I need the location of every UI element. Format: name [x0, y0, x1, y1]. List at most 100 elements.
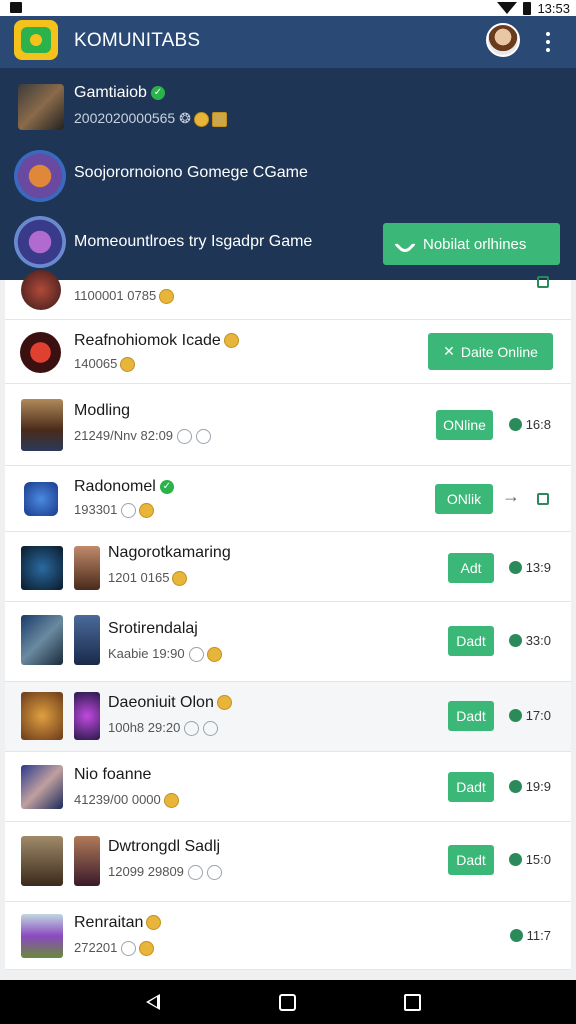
list-item-name: Modling: [74, 402, 131, 419]
battery-icon: [523, 1, 532, 15]
list-item-sub: 193301: [74, 502, 155, 519]
dropdown-item[interactable]: Soojorornoiono Gomege CGame: [0, 144, 576, 262]
dropdown-item-sub: 2002020000565 ❂: [74, 110, 227, 127]
coin-icon: [139, 503, 155, 519]
coin-icon: [120, 357, 136, 373]
coin-icon: [223, 333, 239, 349]
list-item[interactable]: Daeoniuit Olon 100h8 29:20 Dadt 17:0: [5, 682, 571, 752]
game-thumbnail: [21, 914, 63, 958]
refresh-icon: [187, 865, 203, 881]
list-item[interactable]: Dwtrongdl Sadlj 12099 29809 Dadt 15:0: [5, 822, 571, 902]
notify-online-label: Nobilat orlhines: [423, 235, 527, 253]
avatar[interactable]: [486, 23, 520, 57]
list-item-sub: 21249/Nnv 82:09: [74, 428, 212, 445]
add-button[interactable]: Dadt: [448, 701, 494, 731]
app-logo-icon: [14, 20, 58, 60]
coin-icon: [216, 695, 232, 711]
game-thumbnail: [74, 836, 100, 886]
list-item-sub: 272201: [74, 940, 155, 957]
online-button[interactable]: ONlik: [435, 484, 493, 514]
list-item-name: Srotirendalaj: [108, 620, 198, 637]
game-thumbnail: [24, 482, 58, 516]
coin-icon: [139, 941, 155, 957]
game-thumbnail: [14, 150, 66, 202]
status-time: 13:53: [537, 0, 570, 16]
date-online-button[interactable]: ✕ Daite Online: [428, 333, 553, 370]
game-thumbnail: [21, 765, 63, 809]
refresh-icon: [188, 647, 204, 663]
list-item-time: 15:0: [508, 852, 551, 867]
game-thumbnail: [14, 216, 66, 268]
list-item[interactable]: Reafnohiomok Icade 140065 ✕ Daite Online: [5, 320, 571, 384]
status-icon: [537, 493, 549, 505]
shield-icon: [508, 561, 522, 574]
game-thumbnail: [21, 546, 63, 590]
list-item[interactable]: Modling 21249/Nnv 82:09 ONline 16:8: [5, 384, 571, 466]
add-button[interactable]: Dadt: [448, 626, 494, 656]
game-thumbnail: [74, 546, 100, 590]
list-item-name: Reafnohiomok Icade: [74, 332, 239, 350]
game-thumbnail: [21, 270, 61, 310]
back-icon[interactable]: [146, 994, 160, 1010]
dropdown-item-name: Gamtiaiob ✓: [74, 84, 165, 102]
list-item-name: Daeoniuit Olon: [108, 694, 232, 712]
more-options-icon[interactable]: [545, 32, 551, 52]
list-item-time: 13:9: [508, 560, 551, 575]
list-item-sub: 140065: [74, 356, 136, 373]
dropdown-item-name: Soojorornoiono Gomege CGame: [74, 164, 308, 181]
list-item-name: Nagorotkamaring: [108, 544, 231, 561]
list-item-sub: 100h8 29:20: [108, 720, 219, 737]
app-title: KOMUNITABS: [74, 30, 201, 51]
add-button[interactable]: Dadt: [448, 845, 494, 875]
verified-icon: ✓: [150, 85, 165, 100]
add-button[interactable]: Adt: [448, 553, 494, 583]
dropdown-item[interactable]: Gamtiaiob ✓ 2002020000565 ❂: [0, 76, 576, 142]
list-item-time: 16:8: [508, 417, 551, 432]
close-icon: ✕: [443, 343, 455, 359]
shield-icon: [508, 780, 522, 793]
list-item-time: 17:0: [508, 708, 551, 723]
list-item-sub: 1100001 0785: [74, 288, 175, 305]
game-thumbnail: [21, 692, 63, 740]
recent-apps-icon[interactable]: [404, 994, 421, 1011]
coin-icon: [146, 915, 162, 931]
verified-icon: ✓: [159, 479, 174, 494]
app-bar: KOMUNITABS: [0, 16, 576, 68]
smile-icon: [196, 429, 212, 445]
notify-online-button[interactable]: Nobilat orlhines: [383, 223, 560, 265]
list-item-sub: 1201 0165: [108, 570, 188, 587]
game-thumbnail: [20, 332, 61, 373]
list-item[interactable]: Renraitan 272201 11:7: [5, 902, 571, 970]
refresh-icon: [177, 429, 193, 445]
list-item-time: 33:0: [508, 633, 551, 648]
badge-icon: [211, 111, 227, 127]
add-button[interactable]: Dadt: [448, 772, 494, 802]
shield-icon: [508, 853, 522, 866]
online-button[interactable]: ONline: [436, 410, 493, 440]
game-thumbnail: [18, 84, 64, 130]
list-item[interactable]: Nio foanne 41239/00 0000 Dadt 19:9: [5, 752, 571, 822]
list-item[interactable]: Nagorotkamaring 1201 0165 Adt 13:9: [5, 532, 571, 602]
list-item[interactable]: Radonomel ✓ 193301 ONlik →: [5, 466, 571, 532]
list-item-sub: 12099 29809: [108, 864, 222, 881]
shield-icon: [508, 709, 522, 722]
coin-icon: [159, 289, 175, 305]
game-thumbnail: [74, 692, 100, 740]
status-bar: 13:53: [0, 0, 576, 16]
game-thumbnail: [21, 399, 63, 451]
game-thumbnail: [74, 615, 100, 665]
shield-icon: [509, 929, 523, 942]
home-icon[interactable]: [279, 994, 296, 1011]
list-item-time: 19:9: [508, 779, 551, 794]
coin-icon: [172, 571, 188, 587]
list-item[interactable]: Srotirendalaj Kaabie 19:90 Dadt 33:0: [5, 602, 571, 682]
list-item[interactable]: 1100001 0785: [5, 270, 571, 320]
arrow-right-icon[interactable]: →: [502, 486, 520, 507]
coin-icon: [206, 647, 222, 663]
list-item-name: Renraitan: [74, 914, 162, 932]
coin-icon: [193, 111, 209, 127]
games-dropdown-panel: Gamtiaiob ✓ 2002020000565 ❂ Soojorornoion…: [0, 68, 576, 280]
refresh-icon: [184, 721, 200, 737]
signal-icon: [497, 2, 518, 14]
list-item-name: Radonomel ✓: [74, 478, 174, 496]
